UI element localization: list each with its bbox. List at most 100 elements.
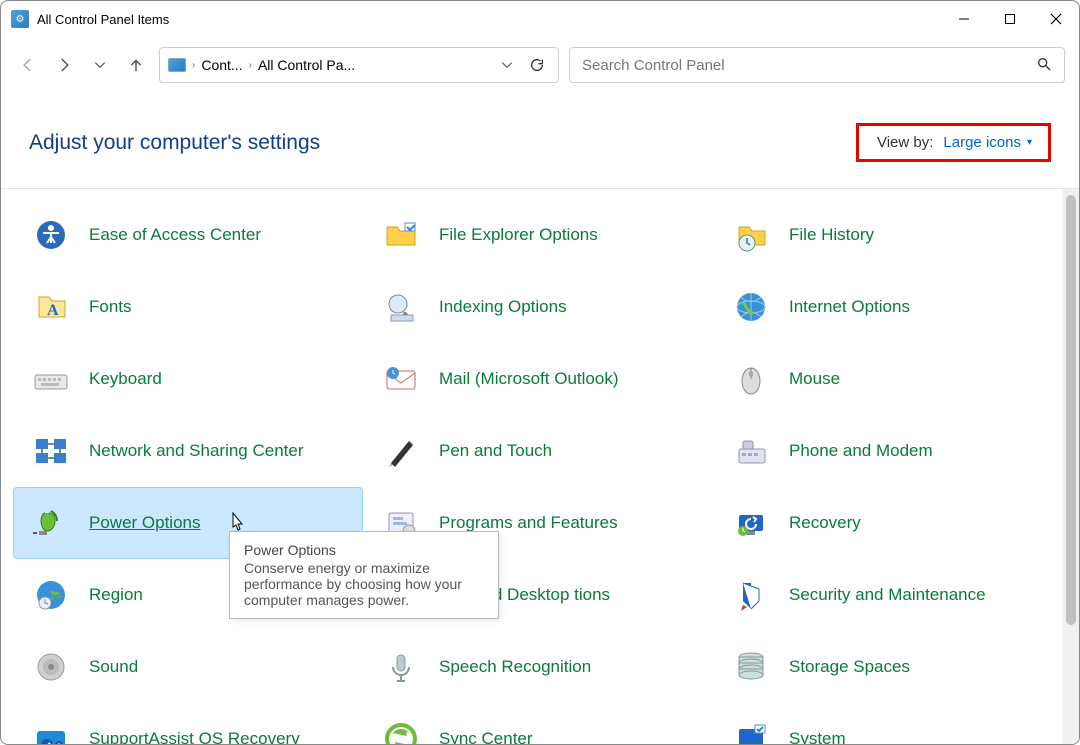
speech-icon <box>381 647 421 687</box>
file-history-icon <box>731 215 771 255</box>
items-grid: Ease of Access Center File Explorer Optio… <box>13 199 1063 744</box>
control-panel-item[interactable]: Network and Sharing Center <box>13 415 363 487</box>
control-panel-item[interactable]: Mouse <box>713 343 1063 415</box>
item-label: Mail (Microsoft Outlook) <box>439 369 618 389</box>
item-label: System <box>789 729 846 744</box>
folder-options-icon <box>381 215 421 255</box>
storage-icon <box>731 647 771 687</box>
control-panel-item[interactable]: Recovery <box>713 487 1063 559</box>
refresh-button[interactable] <box>524 52 550 78</box>
search-input[interactable] <box>582 57 1036 74</box>
maximize-button[interactable] <box>987 1 1033 37</box>
view-by-dropdown[interactable]: Large icons ▾ <box>943 134 1032 151</box>
item-label: Keyboard <box>89 369 162 389</box>
control-panel-item[interactable]: File History <box>713 199 1063 271</box>
page-title: Adjust your computer's settings <box>29 131 320 155</box>
power-icon <box>31 503 71 543</box>
window-buttons <box>941 1 1079 37</box>
tooltip: Power Options Conserve energy or maximiz… <box>229 531 499 619</box>
control-panel-item[interactable]: A Fonts <box>13 271 363 343</box>
network-icon <box>31 431 71 471</box>
control-panel-item[interactable]: Sync Center <box>363 703 713 744</box>
control-panel-item[interactable]: File Explorer Options <box>363 199 713 271</box>
breadcrumb-seg1[interactable]: Cont... <box>201 57 242 73</box>
view-by-highlighted: View by: Large icons ▾ <box>856 123 1051 162</box>
control-panel-item[interactable]: Indexing Options <box>363 271 713 343</box>
control-panel-item[interactable]: Keyboard <box>13 343 363 415</box>
supportassist-icon <box>31 719 71 744</box>
item-label: Pen and Touch <box>439 441 552 461</box>
security-icon <box>731 575 771 615</box>
phone-icon <box>731 431 771 471</box>
chevron-right-icon[interactable]: › <box>190 60 197 71</box>
item-label: File History <box>789 225 874 245</box>
system-icon <box>731 719 771 744</box>
window: ⚙ All Control Panel Items <box>0 0 1080 745</box>
titlebar: ⚙ All Control Panel Items <box>1 1 1079 37</box>
control-panel-item[interactable]: Ease of Access Center <box>13 199 363 271</box>
chevron-right-icon[interactable]: › <box>247 60 254 71</box>
control-panel-item[interactable]: Security and Maintenance <box>713 559 1063 631</box>
item-label: Ease of Access Center <box>89 225 261 245</box>
svg-text:A: A <box>47 302 59 319</box>
view-by-label: View by: <box>877 134 933 151</box>
heading-row: Adjust your computer's settings View by:… <box>1 93 1079 188</box>
view-by-value: Large icons <box>943 134 1021 151</box>
item-label: Indexing Options <box>439 297 567 317</box>
search-icon[interactable] <box>1036 56 1052 75</box>
mouse-icon <box>731 359 771 399</box>
search-box[interactable] <box>569 47 1065 83</box>
recovery-icon <box>731 503 771 543</box>
item-label: Sync Center <box>439 729 533 744</box>
item-label: Phone and Modem <box>789 441 933 461</box>
internet-icon <box>731 287 771 327</box>
indexing-icon <box>381 287 421 327</box>
close-button[interactable] <box>1033 1 1079 37</box>
item-label: Storage Spaces <box>789 657 910 677</box>
mail-icon <box>381 359 421 399</box>
control-panel-item[interactable]: Phone and Modem <box>713 415 1063 487</box>
scrollbar-thumb[interactable] <box>1066 195 1076 625</box>
recent-locations-button[interactable] <box>87 52 113 78</box>
address-icon <box>168 58 186 72</box>
nav-toolbar: › Cont... › All Control Pa... <box>1 37 1079 93</box>
control-panel-item[interactable]: Pen and Touch <box>363 415 713 487</box>
control-panel-item[interactable]: Storage Spaces <box>713 631 1063 703</box>
item-label: Power Options <box>89 513 201 533</box>
control-panel-item[interactable]: Mail (Microsoft Outlook) <box>363 343 713 415</box>
item-label: SupportAssist OS Recovery <box>89 729 300 744</box>
control-panel-item[interactable]: Speech Recognition <box>363 631 713 703</box>
item-label: Fonts <box>89 297 132 317</box>
control-panel-item[interactable]: Internet Options <box>713 271 1063 343</box>
breadcrumb-seg2[interactable]: All Control Pa... <box>258 57 355 73</box>
control-panel-item[interactable]: System <box>713 703 1063 744</box>
window-title: All Control Panel Items <box>37 12 941 27</box>
item-label: Speech Recognition <box>439 657 591 677</box>
item-label: File Explorer Options <box>439 225 598 245</box>
back-button[interactable] <box>15 52 41 78</box>
keyboard-icon <box>31 359 71 399</box>
item-label: Recovery <box>789 513 861 533</box>
sound-icon <box>31 647 71 687</box>
caret-down-icon: ▾ <box>1027 137 1032 148</box>
address-dropdown-button[interactable] <box>494 52 520 78</box>
ease-access-icon <box>31 215 71 255</box>
up-button[interactable] <box>123 52 149 78</box>
item-label: Network and Sharing Center <box>89 441 304 461</box>
scrollbar[interactable] <box>1063 189 1079 744</box>
tooltip-title: Power Options <box>244 542 484 558</box>
control-panel-item[interactable]: SupportAssist OS Recovery <box>13 703 363 744</box>
item-label: Internet Options <box>789 297 910 317</box>
fonts-icon: A <box>31 287 71 327</box>
content-wrap: Ease of Access Center File Explorer Optio… <box>1 189 1079 744</box>
item-label: Mouse <box>789 369 840 389</box>
control-panel-item[interactable]: Sound <box>13 631 363 703</box>
forward-button[interactable] <box>51 52 77 78</box>
address-bar[interactable]: › Cont... › All Control Pa... <box>159 47 559 83</box>
tooltip-body: Conserve energy or maximize performance … <box>244 560 484 608</box>
pen-icon <box>381 431 421 471</box>
item-label: Region <box>89 585 143 605</box>
control-panel-icon: ⚙ <box>11 10 29 28</box>
minimize-button[interactable] <box>941 1 987 37</box>
item-label: Security and Maintenance <box>789 585 986 605</box>
